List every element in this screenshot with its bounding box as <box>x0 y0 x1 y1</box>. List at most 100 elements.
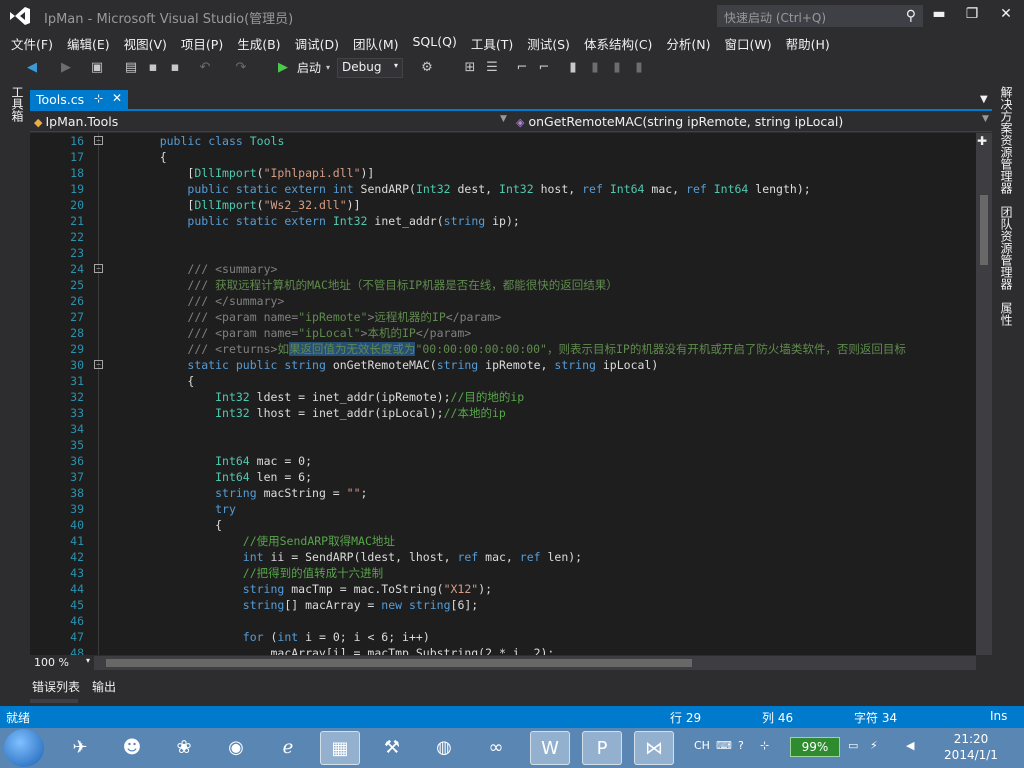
menu-team[interactable]: 团队(M) <box>346 32 406 54</box>
code-line[interactable]: 26 /// </summary> <box>30 293 976 309</box>
tab-output[interactable]: 输出 <box>92 678 116 695</box>
team-explorer-tab[interactable]: 团队资源管理器 <box>998 206 1015 290</box>
code-text[interactable]: try <box>132 501 236 517</box>
code-line[interactable]: 19 public static extern int SendARP(Int3… <box>30 181 976 197</box>
code-line[interactable]: 31 { <box>30 373 976 389</box>
pin-icon[interactable]: ⊹ <box>94 92 103 105</box>
qq-app-icon[interactable]: ☻ <box>112 731 152 765</box>
chevron-down-icon[interactable]: ▼ <box>982 114 989 124</box>
code-line[interactable]: 45 string[] macArray = new string[6]; <box>30 597 976 613</box>
code-text[interactable]: /// 获取远程计算机的MAC地址（不管目标IP机器是否在线，都能很快的返回结果… <box>132 277 617 293</box>
code-text[interactable]: /// <returns>如果返回值为无效长度或为"00:00:00:00:00… <box>132 341 906 357</box>
forward-icon[interactable]: ▶ <box>58 58 74 78</box>
code-text[interactable]: int ii = SendARP(ldest, lhost, ref mac, … <box>132 549 582 565</box>
code-text[interactable]: public class Tools <box>132 133 285 149</box>
menu-test[interactable]: 测试(S) <box>520 32 577 54</box>
code-text[interactable]: /// <summary> <box>132 261 277 277</box>
code-line[interactable]: 16 − public class Tools <box>30 133 976 149</box>
code-line[interactable]: 40 { <box>30 517 976 533</box>
save-icon[interactable]: ▪ <box>144 58 162 78</box>
code-line[interactable]: 28 /// <param name="ipLocal">本机的IP</para… <box>30 325 976 341</box>
code-line[interactable]: 39 try <box>30 501 976 517</box>
code-text[interactable]: /// <param name="ipLocal">本机的IP</param> <box>132 325 471 341</box>
open-file-icon[interactable]: ▤ <box>122 58 140 78</box>
code-text[interactable]: /// <param name="ipRemote">远程机器的IP</para… <box>132 309 501 325</box>
battery-icon[interactable]: ▭ <box>848 739 858 752</box>
code-text[interactable]: Int32 ldest = inet_addr(ipRemote);//目的地的… <box>132 389 524 405</box>
gift-app-icon[interactable]: ❀ <box>164 731 204 765</box>
feiq-app-icon[interactable]: ✈ <box>60 731 100 765</box>
close-tab-icon[interactable]: ✕ <box>112 91 122 105</box>
uncomment-icon[interactable]: ⌐ <box>536 58 552 78</box>
menu-analyze[interactable]: 分析(N) <box>659 32 717 54</box>
keyboard-icon[interactable]: ⌨ <box>716 739 732 752</box>
visual-studio-task-icon[interactable]: ⋈ <box>634 731 674 765</box>
tab-error-list[interactable]: 错误列表 <box>32 678 80 695</box>
code-line[interactable]: 34 <box>30 421 976 437</box>
internet-explorer-icon[interactable]: ℯ <box>268 731 308 765</box>
solution-explorer-tab[interactable]: 解决方案资源管理器 <box>998 86 1015 194</box>
code-line[interactable]: 44 string macTmp = mac.ToString("X12"); <box>30 581 976 597</box>
menu-debug[interactable]: 调试(D) <box>288 32 346 54</box>
start-button[interactable] <box>4 729 44 767</box>
volume-icon[interactable]: ◀ <box>906 739 914 752</box>
code-text[interactable]: { <box>132 517 222 533</box>
code-line[interactable]: 36 Int64 mac = 0; <box>30 453 976 469</box>
menu-edit[interactable]: 编辑(E) <box>60 32 117 54</box>
tools-app-icon[interactable]: ⚒ <box>372 731 412 765</box>
code-line[interactable]: 48 macArray[i] = macTmp.Substring(2 * i,… <box>30 645 976 655</box>
code-text[interactable]: Int64 mac = 0; <box>132 453 312 469</box>
system-clock[interactable]: 21:20 2014/1/1 <box>930 731 1012 763</box>
code-line[interactable]: 17 { <box>30 149 976 165</box>
power-plug-icon[interactable]: ⚡ <box>870 739 878 752</box>
next-bookmark-icon[interactable]: ▮ <box>610 58 624 78</box>
code-text[interactable]: //把得到的值转成十六进制 <box>132 565 383 581</box>
network-app-icon[interactable]: ◍ <box>424 731 464 765</box>
comment-icon[interactable]: ⌐ <box>514 58 530 78</box>
code-line[interactable]: 35 <box>30 437 976 453</box>
code-line[interactable]: 24 − /// <summary> <box>30 261 976 277</box>
redo-icon[interactable]: ↷ <box>232 58 250 78</box>
restore-button[interactable]: ❐ <box>958 6 986 26</box>
ime-options-icon[interactable]: ⊹ <box>760 739 769 752</box>
solution-config-select[interactable]: Debug ▾ <box>337 58 403 78</box>
save-all-icon[interactable]: ▪ <box>166 58 184 78</box>
code-text[interactable]: public static extern Int32 inet_addr(str… <box>132 213 519 229</box>
collapse-icon[interactable]: − <box>94 136 103 145</box>
collapse-icon[interactable]: − <box>94 360 103 369</box>
undo-icon[interactable]: ↶ <box>196 58 214 78</box>
start-button-label[interactable]: 启动 <box>294 58 324 78</box>
battery-indicator[interactable]: 99% <box>790 737 840 757</box>
collapse-icon[interactable]: − <box>94 264 103 273</box>
code-text[interactable]: Int64 len = 6; <box>132 469 312 485</box>
menu-sql[interactable]: SQL(Q) <box>406 32 464 54</box>
code-line[interactable]: 21 public static extern Int32 inet_addr(… <box>30 213 976 229</box>
code-editor[interactable]: 16− public class Tools 17 {18 [DllImport(… <box>30 133 976 655</box>
tab-list-dropdown-icon[interactable]: ▼ <box>980 94 988 105</box>
code-line[interactable]: 29 /// <returns>如果返回值为无效长度或为"00:00:00:00… <box>30 341 976 357</box>
code-text[interactable]: [DllImport("Iphlpapi.dll")] <box>132 165 374 181</box>
ime-indicator[interactable]: CH <box>694 739 710 752</box>
chrome-app-icon[interactable]: ◉ <box>216 731 256 765</box>
back-icon[interactable]: ◀ <box>24 58 40 78</box>
code-text[interactable]: static public string onGetRemoteMAC(stri… <box>132 357 658 373</box>
code-line[interactable]: 46 <box>30 613 976 629</box>
code-text[interactable]: { <box>132 373 194 389</box>
menu-help[interactable]: 帮助(H) <box>779 32 837 54</box>
code-line[interactable]: 23 <box>30 245 976 261</box>
toolbox-tab[interactable]: 工具箱 <box>8 86 26 122</box>
tab-tools-cs[interactable]: Tools.cs ⊹ ✕ <box>30 90 128 109</box>
code-line[interactable]: 30 − static public string onGetRemoteMAC(… <box>30 357 976 373</box>
infinity-app-icon[interactable]: ∞ <box>476 731 516 765</box>
code-line[interactable]: 38 string macString = ""; <box>30 485 976 501</box>
horizontal-scroll-thumb[interactable] <box>106 659 692 667</box>
code-text[interactable]: string macString = ""; <box>132 485 367 501</box>
vertical-scroll-thumb[interactable] <box>980 195 988 265</box>
properties-tab[interactable]: 属性 <box>998 302 1015 326</box>
start-dropdown-icon[interactable]: ▾ <box>323 58 333 78</box>
word-app-icon[interactable]: W <box>530 731 570 765</box>
menu-view[interactable]: 视图(V) <box>117 32 174 54</box>
menu-architecture[interactable]: 体系结构(C) <box>577 32 659 54</box>
close-button[interactable]: ✕ <box>992 6 1020 26</box>
code-line[interactable]: 37 Int64 len = 6; <box>30 469 976 485</box>
